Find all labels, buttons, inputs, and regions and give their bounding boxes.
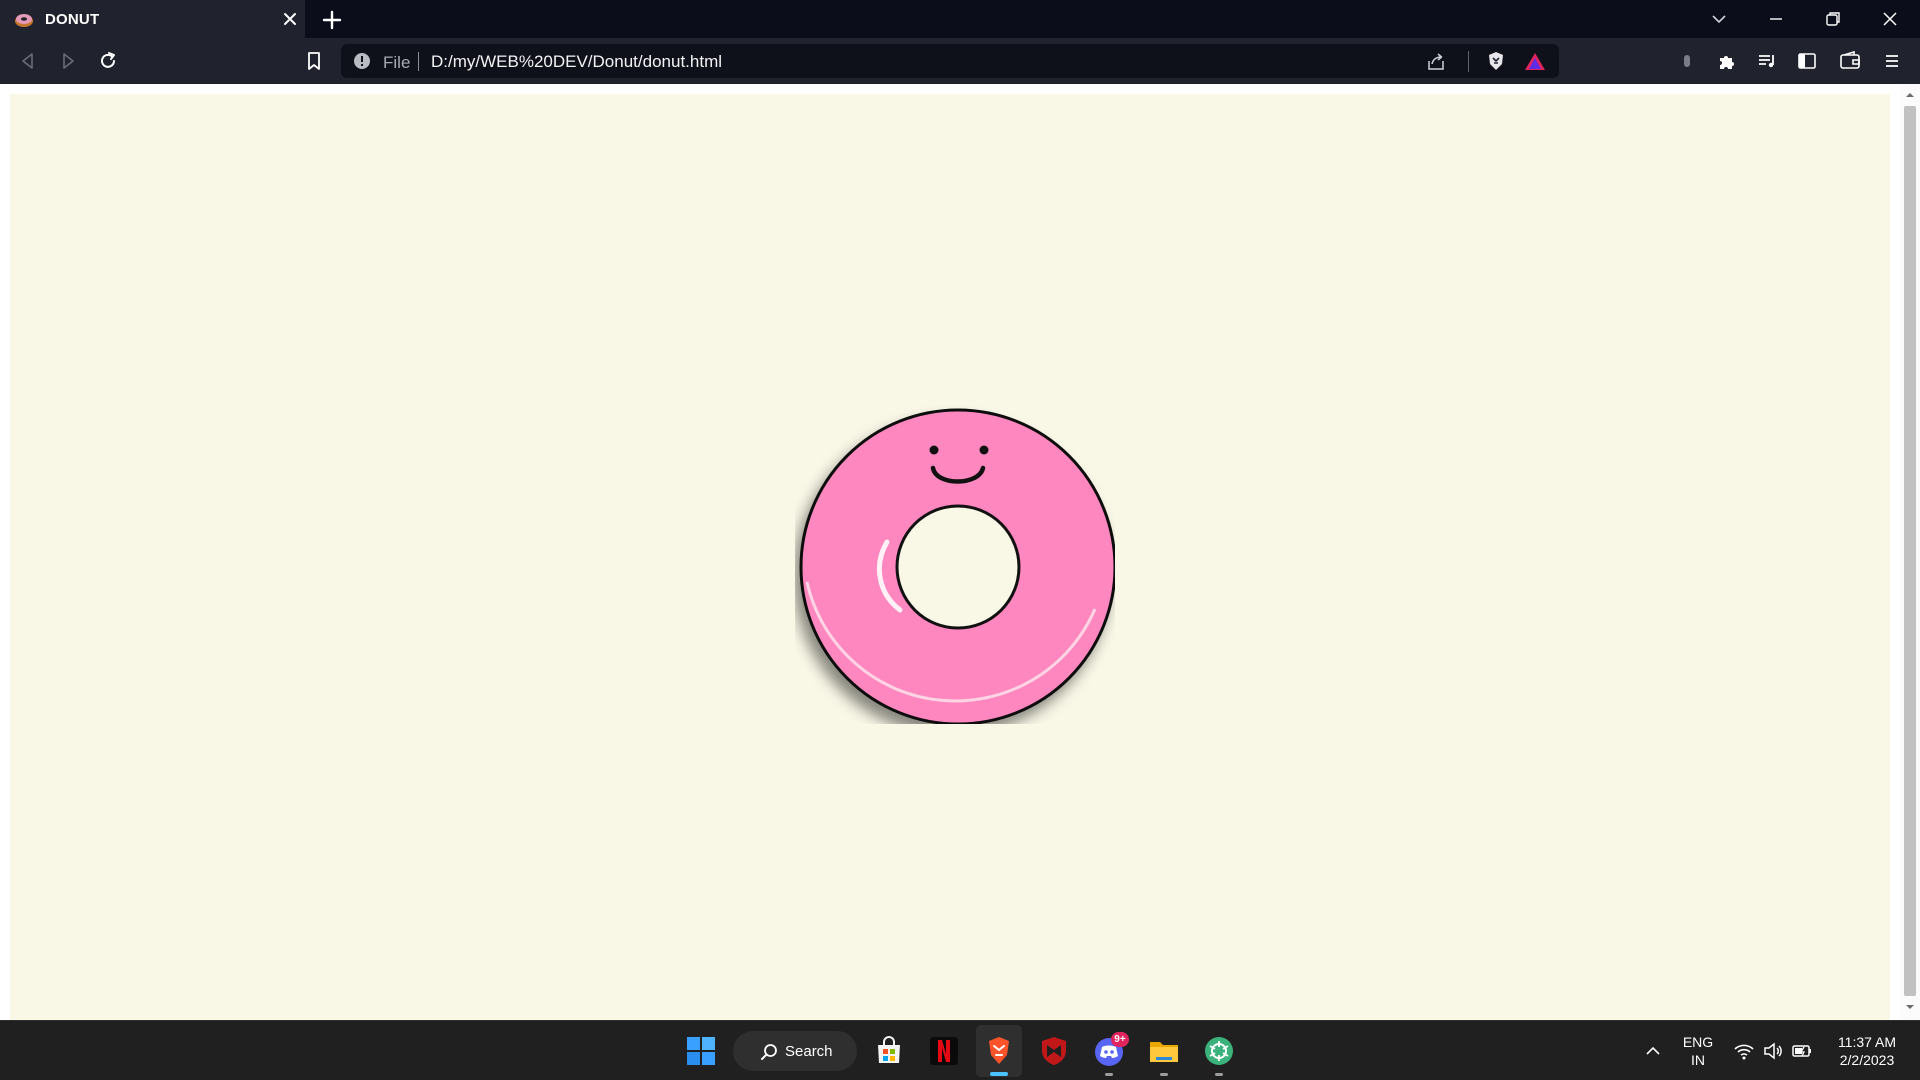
microsoft-store-icon[interactable]: [873, 1035, 905, 1067]
media-queue-icon[interactable]: [1755, 49, 1779, 73]
reload-icon[interactable]: [96, 49, 120, 73]
new-tab-icon[interactable]: [320, 8, 344, 32]
back-icon[interactable]: [16, 49, 40, 73]
scroll-down-arrow-icon[interactable]: [1905, 1002, 1915, 1012]
donut-hole: [895, 504, 1021, 630]
search-icon: [761, 1044, 777, 1060]
windows-taskbar: Search 9+ ENG IN 11:37 AM 2/2/2023: [0, 1020, 1920, 1080]
address-separator: [418, 52, 419, 71]
chatgpt-icon[interactable]: [1203, 1035, 1235, 1067]
puzzle-icon[interactable]: [1715, 49, 1739, 73]
explorer-running-indicator: [1160, 1073, 1168, 1076]
restore-icon[interactable]: [1821, 7, 1845, 31]
tab-title: DONUT: [45, 11, 100, 28]
donut-left-eye: [929, 445, 939, 455]
extension-icon[interactable]: [1675, 49, 1699, 73]
donut-right-eye: [979, 445, 989, 455]
wifi-icon[interactable]: [1733, 1040, 1755, 1062]
share-icon[interactable]: [1426, 52, 1446, 72]
windows-start-icon[interactable]: [685, 1035, 717, 1067]
forward-icon[interactable]: [56, 49, 80, 73]
language-line1: ENG: [1682, 1034, 1714, 1050]
chatgpt-running-indicator: [1215, 1073, 1223, 1076]
donut-illustration: [799, 408, 1115, 724]
show-hidden-icons-chevron-icon[interactable]: [1642, 1040, 1664, 1062]
tab-donut[interactable]: DONUT: [0, 0, 305, 38]
clock-time: 11:37 AM: [1837, 1034, 1897, 1050]
sidebar-icon[interactable]: [1795, 49, 1819, 73]
minimize-icon[interactable]: [1764, 7, 1788, 31]
page-canvas: [10, 94, 1890, 1020]
info-icon[interactable]: [353, 52, 371, 70]
taskbar-search[interactable]: Search: [733, 1031, 857, 1071]
file-explorer-icon[interactable]: [1148, 1035, 1180, 1067]
discord-running-indicator: [1105, 1073, 1113, 1076]
close-tab-icon[interactable]: [280, 9, 300, 29]
active-indicator: [990, 1072, 1008, 1076]
language-line2: IN: [1691, 1052, 1705, 1068]
browser-title-bar: DONUT: [0, 0, 1920, 38]
netflix-icon[interactable]: [928, 1035, 960, 1067]
brave-shields-icon[interactable]: [1485, 50, 1507, 72]
battery-charging-icon[interactable]: [1791, 1040, 1813, 1062]
url-text[interactable]: D:/my/WEB%20DEV/Donut/donut.html: [431, 52, 722, 72]
discord-notification-badge: 9+: [1111, 1032, 1129, 1047]
scroll-up-arrow-icon[interactable]: [1905, 90, 1915, 100]
address-divider: [1468, 51, 1469, 72]
page-viewport: [0, 84, 1920, 1020]
volume-icon[interactable]: [1762, 1040, 1784, 1062]
language-indicator[interactable]: ENG IN: [1676, 1033, 1720, 1069]
tab-search-chevron-icon[interactable]: [1707, 7, 1731, 31]
menu-icon[interactable]: [1880, 49, 1904, 73]
vertical-scrollbar[interactable]: [1900, 84, 1920, 1020]
brave-browser-icon[interactable]: [983, 1035, 1015, 1067]
browser-toolbar: File D:/my/WEB%20DEV/Donut/donut.html: [0, 38, 1920, 84]
close-window-icon[interactable]: [1878, 7, 1902, 31]
bookmark-icon[interactable]: [302, 49, 326, 73]
clock-date: 2/2/2023: [1839, 1052, 1895, 1068]
scheme-label: File: [383, 53, 411, 72]
search-label: Search: [785, 1043, 833, 1060]
scroll-thumb[interactable]: [1904, 106, 1916, 996]
clock[interactable]: 11:37 AM 2/2/2023: [1828, 1033, 1906, 1069]
donut-icon: [15, 14, 33, 27]
brave-rewards-icon[interactable]: [1524, 51, 1546, 72]
wallet-icon[interactable]: [1838, 49, 1862, 73]
address-bar[interactable]: File D:/my/WEB%20DEV/Donut/donut.html: [341, 44, 1559, 78]
mcafee-icon[interactable]: [1038, 1035, 1070, 1067]
